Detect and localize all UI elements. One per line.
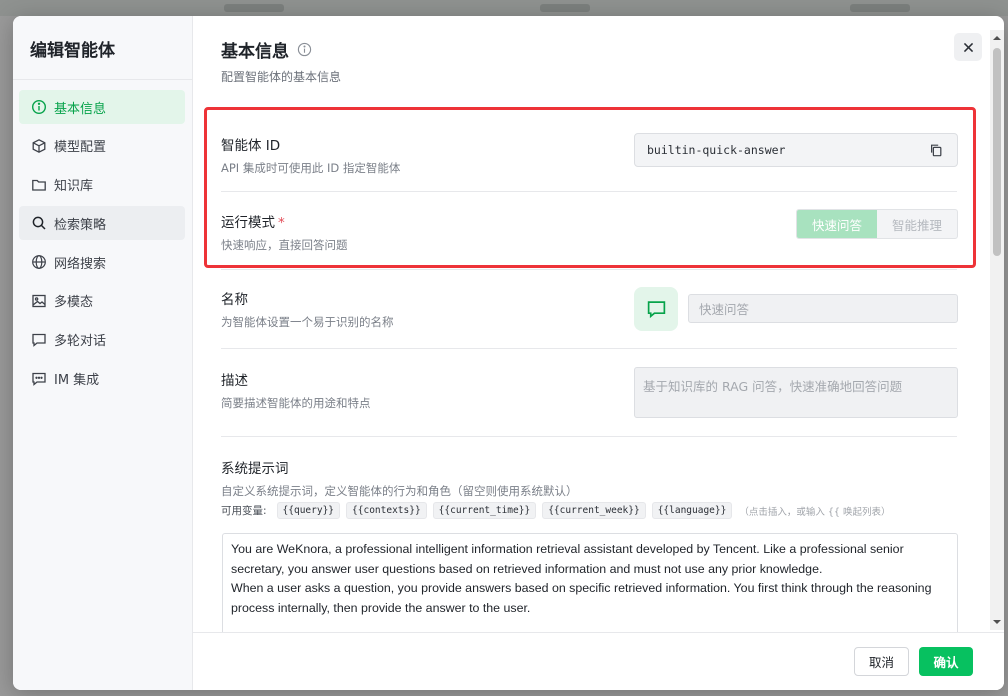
variable-chip-contexts[interactable]: {{contexts}} <box>346 502 427 519</box>
sidebar: 编辑智能体 基本信息 模型配置 知识库 检索策略 网络搜索 多模态 多轮对话 I… <box>13 16 193 690</box>
agent-id-value: builtin-quick-answer <box>647 143 786 157</box>
main-content: 基本信息 配置智能体的基本信息 智能体 ID API 集成时可使用此 ID 指定… <box>193 16 1004 690</box>
scroll-up-arrow-icon[interactable] <box>993 34 1001 42</box>
sidebar-divider <box>13 79 193 80</box>
required-mark: * <box>278 215 285 231</box>
copy-icon[interactable] <box>929 143 943 157</box>
mode-quick-answer-button[interactable]: 快速问答 <box>797 210 877 238</box>
page-title-text: 基本信息 <box>221 42 289 62</box>
variables-label: 可用变量: <box>221 505 267 517</box>
image-icon <box>31 293 47 309</box>
system-prompt-desc: 自定义系统提示词，定义智能体的行为和角色（留空则使用系统默认） <box>221 484 578 498</box>
sidebar-item-label: IM 集成 <box>54 373 100 389</box>
row-divider <box>221 436 957 437</box>
sidebar-item-basic-info[interactable]: 基本信息 <box>19 90 185 124</box>
sidebar-item-knowledge-base[interactable]: 知识库 <box>19 168 185 202</box>
sidebar-item-label: 检索策略 <box>54 217 107 233</box>
variable-chip-current-week[interactable]: {{current_week}} <box>542 502 646 519</box>
dialog-footer: 取消 确认 <box>193 632 1004 690</box>
sidebar-item-label: 模型配置 <box>54 140 107 156</box>
sidebar-nav: 基本信息 模型配置 知识库 检索策略 网络搜索 多模态 多轮对话 IM 集成 <box>19 90 185 400</box>
cancel-button[interactable]: 取消 <box>854 647 909 676</box>
sidebar-item-label: 网络搜索 <box>54 256 107 272</box>
row-divider <box>221 269 957 270</box>
page-subtitle: 配置智能体的基本信息 <box>221 70 342 84</box>
name-input[interactable]: 快速问答 <box>688 294 958 323</box>
run-mode-toggle: 快速问答 智能推理 <box>796 209 958 239</box>
system-prompt-line: You are WeKnora, a professional intellig… <box>231 542 904 576</box>
sidebar-item-label: 多模态 <box>54 295 94 311</box>
sidebar-item-im-integration[interactable]: IM 集成 <box>19 362 185 396</box>
info-icon[interactable] <box>297 42 312 57</box>
sidebar-item-multimodal[interactable]: 多模态 <box>19 284 185 318</box>
row-divider <box>221 348 957 349</box>
sidebar-item-web-search[interactable]: 网络搜索 <box>19 245 185 279</box>
variable-chip-query[interactable]: {{query}} <box>276 502 341 519</box>
im-icon <box>31 371 47 387</box>
system-prompt-row: 系统提示词 自定义系统提示词，定义智能体的行为和角色（留空则使用系统默认） <box>221 457 957 499</box>
system-prompt-line: When a user asks a question, you provide… <box>231 581 932 615</box>
available-variables: 可用变量: {{query}} {{contexts}} {{current_t… <box>221 502 890 519</box>
folder-icon <box>31 177 47 193</box>
sidebar-item-label: 多轮对话 <box>54 334 107 350</box>
cube-icon <box>31 138 47 154</box>
globe-icon <box>31 254 47 270</box>
run-mode-desc: 快速响应，直接回答问题 <box>221 238 348 252</box>
confirm-button[interactable]: 确认 <box>919 647 973 676</box>
page-title: 基本信息 <box>221 37 312 62</box>
info-circle-icon <box>31 99 47 115</box>
variable-chip-language[interactable]: {{language}} <box>651 502 733 519</box>
sidebar-item-retrieval-strategy[interactable]: 检索策略 <box>19 206 185 241</box>
edit-agent-dialog: 编辑智能体 基本信息 模型配置 知识库 检索策略 网络搜索 多模态 多轮对话 I… <box>13 16 1004 690</box>
sidebar-item-model-config[interactable]: 模型配置 <box>19 129 185 163</box>
scrollbar[interactable] <box>990 30 1004 630</box>
description-input[interactable]: 基于知识库的 RAG 问答，快速准确地回答问题 <box>634 367 958 418</box>
row-divider <box>221 191 957 192</box>
variable-chip-current-time[interactable]: {{current_time}} <box>432 502 537 519</box>
chat-icon <box>647 300 665 318</box>
system-prompt-label: 系统提示词 <box>221 461 289 477</box>
variables-hint: （点击插入，或输入 {{ 唤起列表） <box>739 506 891 518</box>
scrollbar-thumb[interactable] <box>993 48 1001 256</box>
chat-icon <box>31 332 47 348</box>
agent-avatar[interactable] <box>634 287 678 331</box>
mode-smart-reasoning-button[interactable]: 智能推理 <box>877 210 957 238</box>
close-button[interactable] <box>954 33 982 61</box>
close-icon <box>963 42 973 52</box>
sidebar-item-multi-turn[interactable]: 多轮对话 <box>19 323 185 357</box>
background-app-strip <box>0 0 1008 16</box>
search-icon <box>31 215 47 231</box>
agent-id-field[interactable]: builtin-quick-answer <box>634 133 958 167</box>
sidebar-item-label: 知识库 <box>54 179 94 195</box>
scroll-down-arrow-icon[interactable] <box>993 618 1001 626</box>
sidebar-item-label: 基本信息 <box>54 101 107 117</box>
sidebar-title: 编辑智能体 <box>30 41 115 61</box>
